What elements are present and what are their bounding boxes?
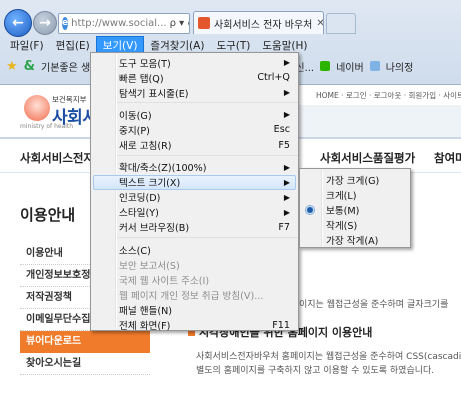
- back-button[interactable]: ←: [4, 9, 32, 37]
- text-size-smallest[interactable]: 가장 작게(A): [300, 232, 410, 247]
- address-url[interactable]: http://www.social...: [71, 18, 166, 29]
- view-menu-full-screen[interactable]: 전체 화면(F) F11: [91, 318, 298, 333]
- view-menu-quick-tabs[interactable]: 빠른 탭(Q) Ctrl+Q: [91, 70, 298, 85]
- menu-file[interactable]: 파일(F): [4, 37, 50, 55]
- gnb-item-participation[interactable]: 참여마: [434, 150, 461, 166]
- view-menu-go-to[interactable]: 이동(G) ▶: [91, 107, 298, 122]
- favorite-link-3[interactable]: 나의정: [386, 59, 414, 74]
- text-size-largest[interactable]: 가장 크게(G): [300, 172, 410, 187]
- naver-icon: [320, 61, 331, 71]
- tab-close-icon[interactable]: ✕: [316, 18, 323, 29]
- submenu-arrow-icon: ▶: [283, 110, 290, 120]
- view-menu-source[interactable]: 소스(C): [91, 242, 298, 257]
- view-menu-zoom[interactable]: 확대/축소(Z)(100%) ▶: [91, 160, 298, 175]
- view-menu-privacy-policy: 웹 페이지 개인 정보 취급 방침(V)...: [119, 290, 264, 302]
- forward-button[interactable]: →: [33, 11, 57, 35]
- content-text-2: 사회서비스전자바우처 홈페이지는 웹접근성을 준수하여 CSS(cascadin: [196, 352, 461, 362]
- submenu-arrow-icon: ▶: [283, 88, 290, 98]
- address-bar[interactable]: e http://www.social... ρ ▾ ¢ ✕: [58, 13, 190, 34]
- view-menu-toolbars[interactable]: 도구 모음(T) ▶: [91, 55, 298, 70]
- new-tab-button[interactable]: [326, 13, 356, 34]
- selected-radio-icon: [305, 205, 315, 215]
- logo-caption: ministry of health: [20, 123, 74, 130]
- view-menu-explorer-bars[interactable]: 탐색기 표시줄(E) ▶: [91, 85, 298, 100]
- submenu-arrow-icon: ▶: [283, 177, 290, 187]
- ie-page-icon: e: [62, 17, 69, 30]
- content-text-3: 별도의 홈페이지를 구축하지 않고 이용할 수 있도록 하였습니다.: [196, 366, 435, 376]
- submenu-arrow-icon: ▶: [283, 207, 290, 217]
- view-menu-refresh[interactable]: 새로 고침(R) F5: [91, 137, 298, 153]
- text-size-larger[interactable]: 크게(L): [300, 187, 410, 202]
- text-size-smaller[interactable]: 작게(S): [300, 217, 410, 232]
- page-icon: [369, 61, 380, 71]
- view-menu-text-size[interactable]: 텍스트 크기(X) ▶: [93, 174, 296, 190]
- submenu-arrow-icon: ▶: [283, 162, 290, 172]
- favorites-star-icon[interactable]: ★: [6, 59, 18, 74]
- text-size-medium[interactable]: 보통(M): [300, 202, 410, 217]
- browser-tab[interactable]: 사회서비스 전자 바우처 ✕: [193, 11, 324, 34]
- view-menu-style[interactable]: 스타일(Y) ▶: [91, 205, 298, 220]
- tab-title: 사회서비스 전자 바우처: [214, 19, 313, 31]
- view-menu-dropdown: 도구 모음(T) ▶ 빠른 탭(Q) Ctrl+Q 탐색기 표시줄(E) ▶ 이동(G…: [90, 52, 299, 333]
- header-banner: [297, 105, 461, 137]
- submenu-arrow-icon: ▶: [283, 58, 290, 68]
- section-title: 이용안내: [20, 206, 76, 224]
- view-menu-stop[interactable]: 중지(P) Esc: [91, 122, 298, 137]
- site-favicon-icon: [198, 17, 210, 29]
- view-menu-encoding[interactable]: 인코딩(D) ▶: [91, 190, 298, 205]
- lnb-item-directions[interactable]: 찾아오시는길: [20, 353, 150, 375]
- text-size-submenu: 가장 크게(G) 크게(L) 보통(M) 작게(S) 가장 작게(A): [299, 168, 411, 248]
- gnb-item-quality[interactable]: 사회서비스품질평가: [320, 150, 415, 166]
- view-menu-caret-browsing[interactable]: 커서 브라우징(B) F7: [91, 220, 298, 235]
- site-top-links[interactable]: HOME · 로그인 · 로그아웃 · 회원가입 · 사이트맵: [316, 90, 461, 101]
- favorite-site-icon: &: [23, 58, 35, 74]
- favorite-link-naver[interactable]: 네이버: [336, 59, 364, 74]
- favorite-link-1[interactable]: 기본좋은 생: [41, 59, 90, 74]
- address-bar-icons[interactable]: ρ ▾ ¢ ✕: [170, 18, 189, 29]
- content-text-1: 이지는 웹접근성을 준수하며 글자크기를: [299, 300, 449, 310]
- view-menu-panel-handle[interactable]: 패널 핸들(N): [91, 302, 298, 317]
- submenu-arrow-icon: ▶: [283, 192, 290, 202]
- lnb-item-viewer[interactable]: 뷰어다운로드: [20, 331, 150, 353]
- view-menu-security-report: 보안 보고서(S): [119, 260, 180, 272]
- site-logo-icon[interactable]: [24, 95, 50, 121]
- view-menu-international-address: 국제 웹 사이트 주소(I): [119, 275, 210, 287]
- menu-edit[interactable]: 편집(E): [50, 37, 96, 55]
